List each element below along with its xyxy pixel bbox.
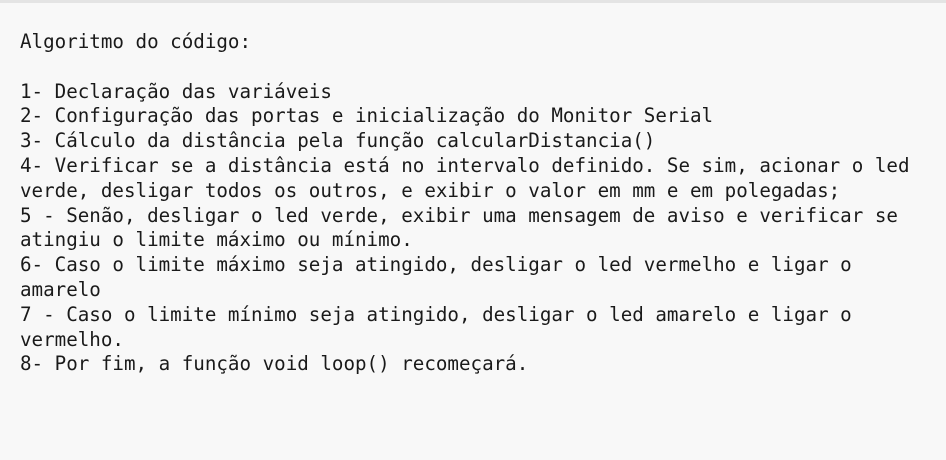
code-line: atingiu o limite máximo ou mínimo.	[20, 228, 413, 252]
code-text: Algoritmo do código: 1- Declaração das va…	[20, 30, 946, 377]
code-line: 3- Cálculo da distância pela função calc…	[20, 129, 656, 153]
code-line: amarelo	[20, 277, 101, 301]
code-line: 6- Caso o limite máximo seja atingido, d…	[20, 253, 852, 277]
code-line: vermelho.	[20, 327, 124, 351]
code-line: Algoritmo do código:	[20, 30, 252, 53]
code-line: 4- Verificar se a distância está no inte…	[20, 153, 910, 177]
code-line: 7 - Caso o limite mínimo seja atingido, …	[20, 302, 852, 326]
code-line: 2- Configuração das portas e inicializaç…	[20, 104, 714, 128]
code-line: verde, desligar todos os outros, e exibi…	[20, 178, 841, 202]
code-line: 8- Por fim, a função void loop() recomeç…	[20, 352, 529, 376]
code-line: 5 - Senão, desligar o led verde, exibir …	[20, 203, 898, 227]
code-block: Algoritmo do código: 1- Declaração das va…	[0, 3, 946, 460]
code-line: 1- Declaração das variáveis	[20, 79, 332, 103]
